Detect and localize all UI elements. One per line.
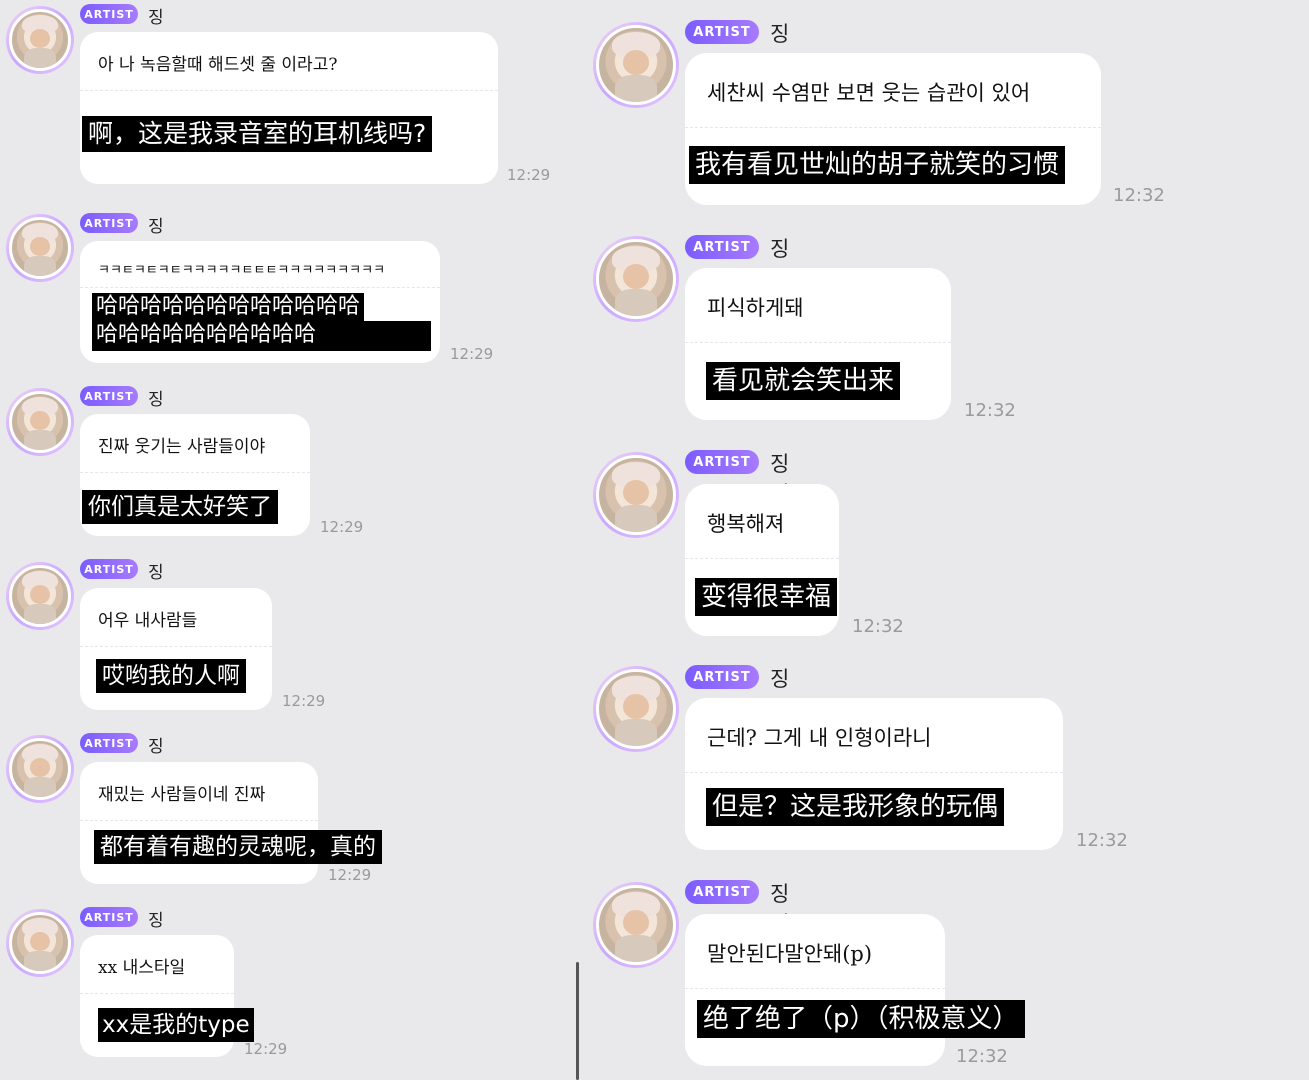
artist-badge: ARTIST: [80, 559, 138, 579]
avatar[interactable]: [593, 236, 679, 322]
korean-text: 근데? 그게 내 인형이라니: [707, 726, 932, 750]
timestamp: 12:32: [1076, 830, 1128, 851]
timestamp: 12:32: [852, 616, 904, 637]
chinese-subtitle-line2: 哈哈哈哈哈哈哈哈哈哈: [92, 321, 431, 351]
timestamp: 12:32: [964, 400, 1016, 421]
bubble-divider: [685, 342, 951, 343]
timestamp: 12:32: [1113, 185, 1165, 206]
korean-text: 어우 내사람들: [98, 611, 198, 631]
korean-text: 행복해져: [707, 512, 785, 536]
timestamp: 12:29: [328, 866, 372, 884]
bubble-divider: [685, 127, 1101, 128]
avatar[interactable]: [6, 562, 74, 630]
avatar[interactable]: [593, 452, 679, 538]
chinese-subtitle: 哎哟我的人啊: [96, 659, 246, 693]
korean-text: 말안된다말안돼(p): [707, 942, 873, 966]
timestamp: 12:29: [507, 166, 551, 184]
korean-text: ㅋㅋㅌㅋㅌㅋㅌㅋㅋㅋㅋㅋㅌㅌㅌㅋㅋㅋㅋㅋㅋㅋㅋㅋ: [98, 263, 386, 278]
korean-text: 진짜 웃기는 사람들이야: [98, 437, 266, 457]
chinese-subtitle: 绝了绝了（p）（积极意义）: [697, 1000, 1025, 1038]
timestamp: 12:29: [320, 518, 364, 536]
artist-badge: ARTIST: [80, 733, 138, 753]
artist-badge: ARTIST: [80, 213, 138, 233]
bubble-divider: [685, 772, 1063, 773]
korean-text: xx 내스타일: [98, 958, 186, 978]
bubble-divider: [685, 558, 839, 559]
bubble-divider: [80, 646, 272, 647]
artist-badge: ARTIST: [685, 235, 759, 259]
scrollbar[interactable]: [576, 962, 579, 1080]
timestamp: 12:29: [244, 1040, 288, 1058]
avatar[interactable]: [593, 666, 679, 752]
timestamp: 12:32: [956, 1046, 1008, 1067]
artist-badge: ARTIST: [685, 20, 759, 44]
message-bubble[interactable]: 말안된다말안돼(p): [685, 914, 945, 1066]
artist-badge: ARTIST: [685, 450, 759, 474]
artist-badge: ARTIST: [80, 907, 138, 927]
korean-text: 재밌는 사람들이네 진짜: [98, 785, 266, 805]
bubble-divider: [80, 287, 440, 288]
avatar[interactable]: [593, 882, 679, 968]
artist-badge: ARTIST: [80, 4, 138, 24]
chinese-subtitle: 你们真是太好笑了: [82, 490, 278, 524]
message-bubble[interactable]: 근데? 그게 내 인형이라니: [685, 698, 1063, 850]
chinese-subtitle: xx是我的type: [98, 1008, 254, 1042]
artist-badge: ARTIST: [80, 386, 138, 406]
bubble-divider: [80, 993, 234, 994]
chinese-subtitle: 但是？这是我形象的玩偶: [706, 788, 1005, 826]
artist-badge: ARTIST: [685, 880, 759, 904]
avatar[interactable]: [6, 388, 74, 456]
bubble-divider: [80, 820, 318, 821]
timestamp: 12:29: [282, 692, 326, 710]
avatar[interactable]: [6, 909, 74, 977]
message-bubble[interactable]: 아 나 녹음할때 해드셋 줄 이라고?: [80, 32, 498, 184]
chinese-subtitle: 都有着有趣的灵魂呢，真的: [94, 830, 382, 864]
korean-text: 세찬씨 수염만 보면 웃는 습관이 있어: [707, 81, 1031, 105]
avatar[interactable]: [593, 22, 679, 108]
avatar[interactable]: [6, 6, 74, 74]
korean-text: 아 나 녹음할때 해드셋 줄 이라고?: [98, 55, 338, 75]
message-bubble[interactable]: 재밌는 사람들이네 진짜: [80, 762, 318, 884]
bubble-divider: [80, 472, 310, 473]
chinese-subtitle: 看见就会笑出来: [706, 362, 901, 400]
avatar[interactable]: [6, 735, 74, 803]
korean-text: 피식하게돼: [707, 296, 804, 320]
chinese-subtitle: 哈哈哈哈哈哈哈哈哈哈哈哈: [92, 293, 365, 321]
bubble-divider: [685, 988, 945, 989]
chinese-subtitle: 我有看见世灿的胡子就笑的习惯: [689, 146, 1066, 184]
bubble-divider: [80, 90, 498, 91]
timestamp: 12:29: [450, 345, 494, 363]
chinese-subtitle: 啊，这是我录音室的耳机线吗?: [82, 116, 433, 152]
artist-badge: ARTIST: [685, 665, 759, 689]
avatar[interactable]: [6, 214, 74, 282]
chinese-subtitle: 变得很幸福: [695, 578, 838, 616]
